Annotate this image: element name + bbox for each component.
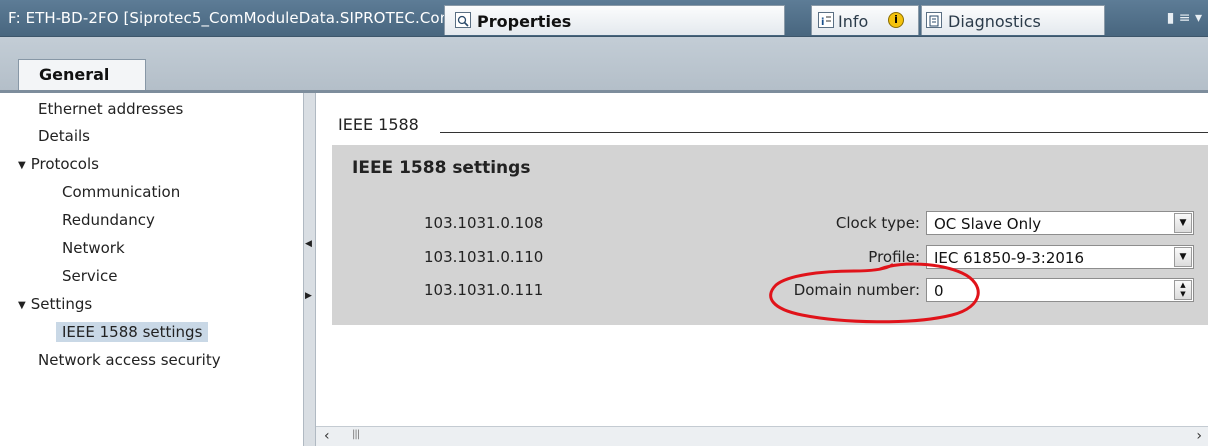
expand-triangle-icon[interactable]: ▼ [18,300,26,311]
nav-item-network-access-security[interactable]: Network access security [38,350,221,370]
dropdown-arrow-icon[interactable]: ▼ [1174,247,1192,267]
section-tab-strip: General [0,37,1208,92]
red-annotation-circle [769,262,980,324]
inspector-title-bar: F: ETH-BD-2FO [Siprotec5_ComModuleData.S… [0,0,1208,37]
nav-item-ethernet-addresses[interactable]: Ethernet addresses [38,99,183,119]
nav-item-network[interactable]: Network [62,238,125,258]
nav-item-label: Settings [30,295,93,313]
nav-item-label: Details [38,127,91,145]
navigation-tree: Ethernet addresses Details ▼ Protocols Co… [0,93,303,446]
nav-item-label: Service [62,267,118,285]
window-controls-icon[interactable]: ▮ ≡ ▾ [1167,10,1202,26]
tab-diagnostics-label: Diagnostics [948,12,1041,31]
nav-item-details[interactable]: Details [38,126,90,146]
settings-group: IEEE 1588 settings 103.1031.0.108 Clock … [332,145,1208,325]
svg-text:i: i [821,17,824,28]
dropdown-arrow-icon[interactable]: ▼ [1174,213,1192,233]
clock-type-label: Clock type: [835,214,920,232]
nav-item-label: IEEE 1588 settings [62,323,203,341]
section-divider [440,132,1208,133]
panel-splitter[interactable]: ◀ ▶ [303,93,316,446]
scroll-right-icon[interactable]: › [1196,428,1202,444]
nav-item-communication[interactable]: Communication [62,182,180,202]
nav-item-redundancy[interactable]: Redundancy [62,210,155,230]
diagnostics-icon [926,12,942,28]
parameter-id: 103.1031.0.110 [424,248,544,266]
clock-type-value: OC Slave Only [934,215,1042,233]
scroll-thumb-grip[interactable]: ||| [352,429,360,440]
settings-heading: IEEE 1588 settings [352,158,531,178]
nav-item-label: Network access security [38,351,221,369]
nav-item-service[interactable]: Service [62,266,117,286]
nav-item-protocols[interactable]: ▼ Protocols [18,154,99,177]
tab-general[interactable]: General [18,59,146,92]
tab-info[interactable]: i Info i [811,5,919,35]
expand-right-icon[interactable]: ▶ [305,291,312,301]
collapse-left-icon[interactable]: ◀ [305,239,312,249]
spinner-arrows-icon[interactable]: ▲ ▼ [1174,280,1192,300]
nav-item-ieee-1588-settings[interactable]: IEEE 1588 settings [56,322,209,342]
expand-triangle-icon[interactable]: ▼ [18,160,26,171]
nav-item-label: Ethernet addresses [38,100,184,118]
scroll-left-icon[interactable]: ‹ [324,428,330,444]
horizontal-scrollbar[interactable]: ‹ ||| › [316,426,1208,446]
tab-info-label: Info [838,12,869,31]
nav-item-label: Network [62,239,125,257]
nav-item-settings[interactable]: ▼ Settings [18,294,92,317]
parameter-id: 103.1031.0.108 [424,214,544,232]
tab-general-label: General [39,65,110,84]
clock-type-dropdown[interactable]: OC Slave Only ▼ [926,211,1194,235]
tab-properties[interactable]: Properties [444,5,785,35]
section-title: IEEE 1588 [338,115,419,134]
window-title: F: ETH-BD-2FO [Siprotec5_ComModuleData.S… [8,9,483,27]
tab-properties-label: Properties [477,12,572,31]
parameter-id: 103.1031.0.111 [424,281,544,299]
nav-item-label: Communication [62,183,181,201]
nav-item-label: Protocols [30,155,99,173]
tab-diagnostics[interactable]: Diagnostics [921,5,1105,35]
properties-content: IEEE 1588 IEEE 1588 settings 103.1031.0.… [316,93,1208,446]
info-icon: i [818,12,834,28]
nav-item-label: Redundancy [62,211,155,229]
info-badge-icon: i [888,12,904,28]
properties-icon [455,12,471,28]
